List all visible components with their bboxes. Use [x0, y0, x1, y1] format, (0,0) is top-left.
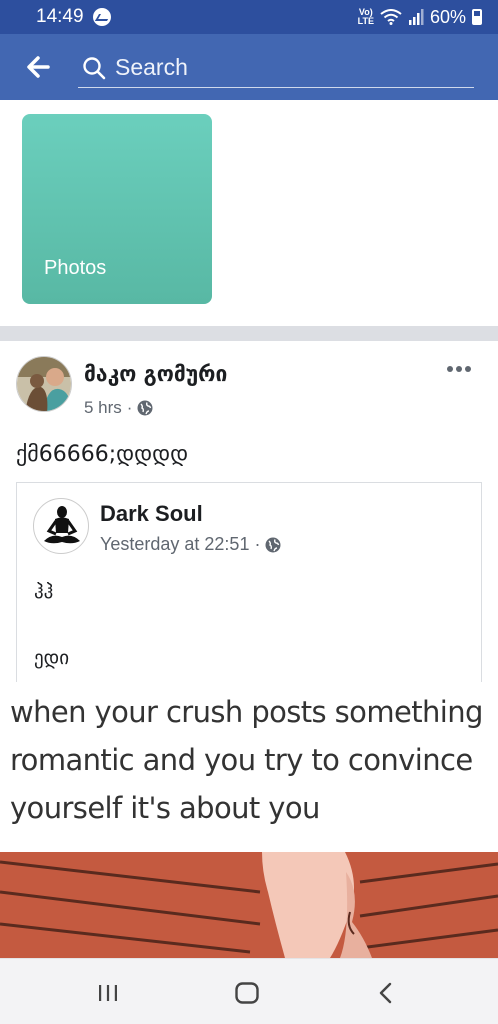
search-icon [83, 56, 106, 79]
shared-meta-separator: · [254, 534, 261, 554]
back-icon[interactable] [372, 979, 400, 1007]
wifi-icon [380, 9, 402, 25]
author-name[interactable]: მაკო გომური [84, 362, 227, 386]
meme-image[interactable]: when your crush posts something romantic… [0, 682, 498, 958]
status-indicators: Vo) LTE 60% [358, 7, 482, 28]
shared-post-text-line2: ედი [34, 647, 70, 669]
post-time[interactable]: 5 hrs [84, 398, 122, 418]
section-divider [0, 326, 498, 341]
shared-author-avatar[interactable] [33, 498, 89, 554]
photos-tile[interactable]: Photos [22, 114, 212, 304]
shared-post-text-line1: ჰჰ [34, 581, 54, 603]
volte-icon: Vo) LTE [357, 7, 374, 26]
signal-icon [408, 9, 424, 25]
avatar-image [17, 357, 71, 411]
recent-apps-icon[interactable] [94, 979, 122, 1007]
search-box[interactable] [78, 48, 474, 88]
author-avatar[interactable] [16, 356, 72, 412]
shared-post-time[interactable]: Yesterday at 22:51 [100, 534, 249, 555]
back-arrow-icon[interactable] [22, 50, 56, 84]
meta-separator: · [126, 398, 133, 417]
battery-percent: 60% [429, 6, 466, 27]
home-icon[interactable] [233, 979, 261, 1007]
search-header [0, 34, 498, 100]
photos-label: Photos [44, 257, 107, 279]
battery-icon [472, 9, 482, 25]
meditation-figure-icon [44, 506, 80, 544]
post-meta: 5 hrs · [84, 398, 153, 418]
meme-caption: when your crush posts something romantic… [10, 695, 483, 825]
globe-icon [265, 537, 281, 552]
status-time: 14:49 [36, 6, 84, 27]
globe-icon [137, 400, 153, 416]
post-text: ქმ66666;დდდდ [16, 442, 189, 467]
shared-author-name[interactable]: Dark Soul [100, 501, 203, 527]
shared-post-card[interactable]: Dark Soul Yesterday at 22:51 · ჰჰ ედი [16, 482, 482, 686]
more-options-icon[interactable] [447, 362, 473, 376]
system-nav-bar [0, 958, 498, 1024]
shared-post-meta: Yesterday at 22:51 · [100, 534, 281, 555]
search-input[interactable] [115, 54, 455, 81]
meme-cartoon-image [0, 852, 498, 958]
status-bar: 14:49 Vo) LTE 60% [0, 0, 498, 34]
messenger-icon [92, 8, 111, 26]
